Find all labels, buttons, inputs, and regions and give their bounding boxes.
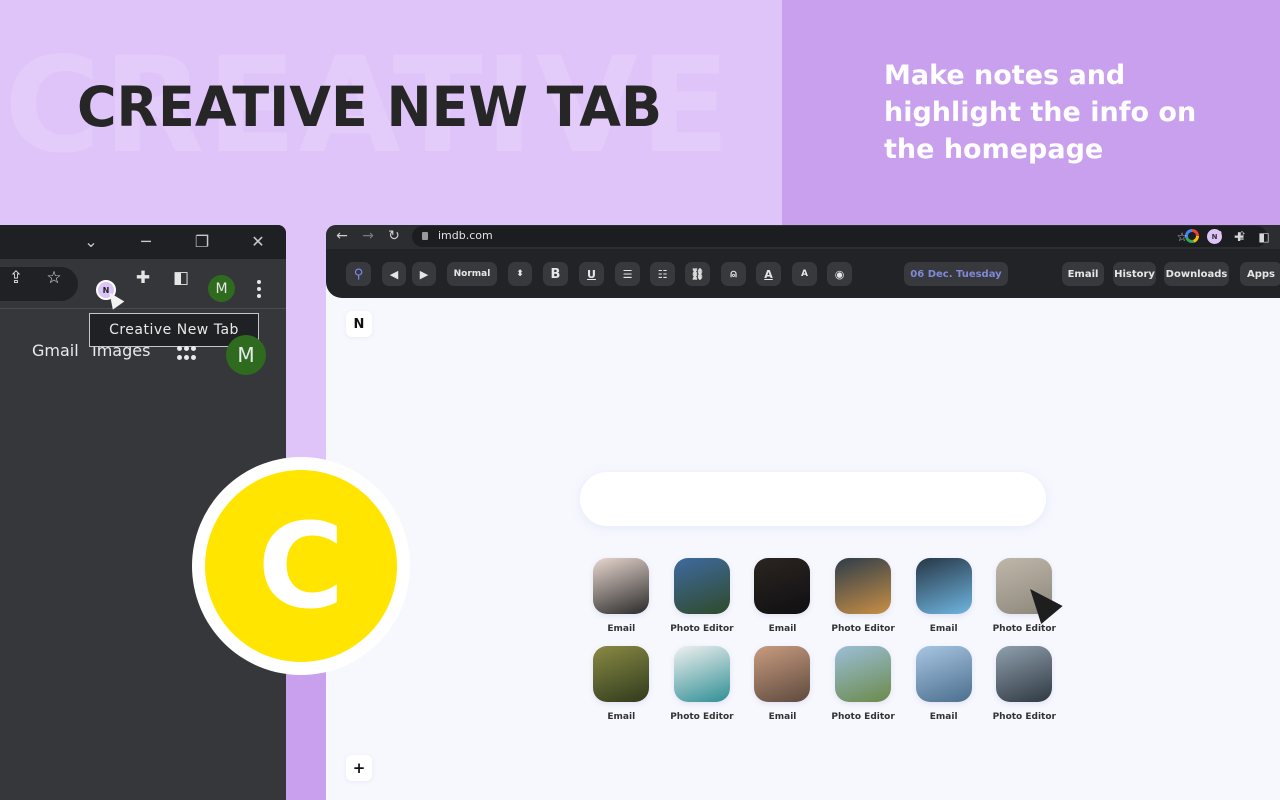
shortcut-tiles: Email Photo Editor Email Photo Editor Email P… bbox=[581, 558, 1061, 722]
shortcut-thumbnail bbox=[673, 558, 730, 614]
logo-letter: C bbox=[205, 470, 397, 662]
date-display: 06 Dec. Tuesday bbox=[904, 262, 1008, 286]
reload-icon[interactable]: ↻ bbox=[386, 228, 402, 244]
bold-button[interactable]: B bbox=[543, 262, 568, 286]
side-panel-icon[interactable]: ◧ bbox=[171, 268, 191, 288]
notes-button[interactable]: N bbox=[346, 311, 372, 337]
puzzle-icon[interactable]: ✚ bbox=[1231, 229, 1247, 245]
minimize-icon[interactable]: ─ bbox=[137, 233, 155, 251]
shortcut-label: Email bbox=[768, 624, 797, 634]
back-icon[interactable]: ← bbox=[334, 228, 350, 244]
shortcut-label: Photo Editor bbox=[831, 624, 895, 634]
restore-icon[interactable]: ❐ bbox=[193, 233, 211, 251]
search-icon[interactable]: ⚲ bbox=[346, 262, 371, 286]
shortcut-tile[interactable]: Email bbox=[742, 558, 823, 634]
shortcut-thumbnail bbox=[915, 558, 972, 614]
shortcut-thumbnail bbox=[996, 646, 1053, 702]
extension-badge[interactable]: N bbox=[1207, 229, 1222, 244]
size-stepper-icon[interactable]: ⬍ bbox=[508, 262, 532, 286]
side-panel-icon[interactable]: ◧ bbox=[1256, 229, 1272, 245]
shortcut-label: Email bbox=[768, 712, 797, 722]
shortcut-tile[interactable]: Photo Editor bbox=[823, 558, 904, 634]
profile-avatar[interactable]: M bbox=[208, 275, 235, 302]
gmail-link[interactable]: Gmail bbox=[32, 341, 79, 360]
bell-icon[interactable]: ⍝ bbox=[721, 262, 746, 286]
hero-title: CREATIVE NEW TAB bbox=[77, 75, 663, 139]
shortcut-thumbnail bbox=[754, 646, 811, 702]
text-color-button[interactable]: A bbox=[756, 262, 781, 286]
tab-search-chevron-icon[interactable]: ⌄ bbox=[82, 233, 100, 251]
next-icon[interactable]: ▶ bbox=[412, 262, 436, 286]
share-icon[interactable]: ⇪ bbox=[6, 268, 26, 288]
main-browser-window: ← → ↻ imdb.com ⌘ ⇪ ☆ N ✚ ◧ ⚲ ◀ ▶ Normal … bbox=[326, 225, 1280, 800]
title-bar: ⌄ ─ ❐ ✕ bbox=[0, 225, 286, 259]
shortcut-tile[interactable]: Email bbox=[903, 646, 984, 722]
shortcut-thumbnail bbox=[673, 646, 730, 702]
add-button[interactable]: + bbox=[346, 755, 372, 781]
shortcut-thumbnail bbox=[754, 558, 811, 614]
forward-icon[interactable]: → bbox=[360, 228, 376, 244]
shortcut-label: Email bbox=[929, 624, 958, 634]
shortcut-label: Photo Editor bbox=[992, 624, 1056, 634]
browser-toolbar: ⇪ ☆ ✚ ◧ bbox=[0, 259, 286, 309]
link-icon[interactable]: ⛓ bbox=[685, 262, 710, 286]
puzzle-icon[interactable]: ✚ bbox=[133, 268, 153, 288]
address-bar[interactable]: imdb.com ⌘ ⇪ bbox=[412, 226, 1267, 247]
underline-button[interactable]: U bbox=[579, 262, 604, 286]
shortcut-label: Email bbox=[607, 624, 636, 634]
address-bar-row: ← → ↻ imdb.com ⌘ ⇪ ☆ N ✚ ◧ bbox=[326, 225, 1280, 249]
numbered-list-icon[interactable]: ☷ bbox=[650, 262, 675, 286]
shortcut-label: Photo Editor bbox=[831, 712, 895, 722]
shortcut-tile[interactable]: Photo Editor bbox=[662, 558, 743, 634]
shortcut-label: Email bbox=[607, 712, 636, 722]
shortcut-tile[interactable]: Photo Editor bbox=[984, 646, 1065, 722]
star-icon[interactable]: ☆ bbox=[1174, 229, 1190, 245]
shortcut-tile[interactable]: Email bbox=[742, 646, 823, 722]
close-icon[interactable]: ✕ bbox=[249, 233, 267, 251]
quick-link-downloads[interactable]: Downloads bbox=[1164, 262, 1229, 286]
shortcut-label: Photo Editor bbox=[670, 624, 734, 634]
search-input[interactable] bbox=[580, 472, 1046, 526]
highlight-button[interactable]: A bbox=[792, 262, 817, 286]
shortcut-thumbnail bbox=[835, 646, 892, 702]
shortcut-thumbnail bbox=[593, 558, 650, 614]
extension-header: ← → ↻ imdb.com ⌘ ⇪ ☆ N ✚ ◧ ⚲ ◀ ▶ Normal … bbox=[326, 225, 1280, 298]
shortcut-label: Email bbox=[929, 712, 958, 722]
quick-link-history[interactable]: History bbox=[1113, 262, 1156, 286]
shortcut-label: Photo Editor bbox=[670, 712, 734, 722]
shortcut-thumbnail bbox=[835, 558, 892, 614]
quick-link-apps[interactable]: Apps bbox=[1240, 262, 1280, 286]
shortcut-tile[interactable]: Photo Editor bbox=[823, 646, 904, 722]
star-icon[interactable]: ☆ bbox=[44, 268, 64, 288]
shortcut-tile[interactable]: Email bbox=[581, 558, 662, 634]
shortcut-tile[interactable]: Photo Editor bbox=[662, 646, 743, 722]
eye-icon[interactable]: ◉ bbox=[827, 262, 852, 286]
more-menu-icon[interactable] bbox=[253, 278, 265, 300]
quick-link-email[interactable]: Email bbox=[1062, 262, 1104, 286]
text-style-dropdown[interactable]: Normal bbox=[447, 262, 497, 286]
hero-tagline: Make notes and highlight the info on the… bbox=[884, 60, 1197, 165]
google-apps-icon[interactable] bbox=[177, 346, 197, 362]
shortcut-label: Photo Editor bbox=[992, 712, 1056, 722]
bullet-list-icon[interactable]: ☰ bbox=[615, 262, 640, 286]
account-avatar[interactable]: M bbox=[226, 335, 266, 375]
shortcut-thumbnail bbox=[593, 646, 650, 702]
shortcut-thumbnail bbox=[915, 646, 972, 702]
shortcut-tile[interactable]: Email bbox=[903, 558, 984, 634]
shortcut-tile[interactable]: Email bbox=[581, 646, 662, 722]
url-text[interactable]: imdb.com bbox=[438, 229, 493, 242]
app-logo: C bbox=[192, 457, 410, 675]
lock-icon bbox=[422, 232, 428, 240]
prev-icon[interactable]: ◀ bbox=[382, 262, 406, 286]
